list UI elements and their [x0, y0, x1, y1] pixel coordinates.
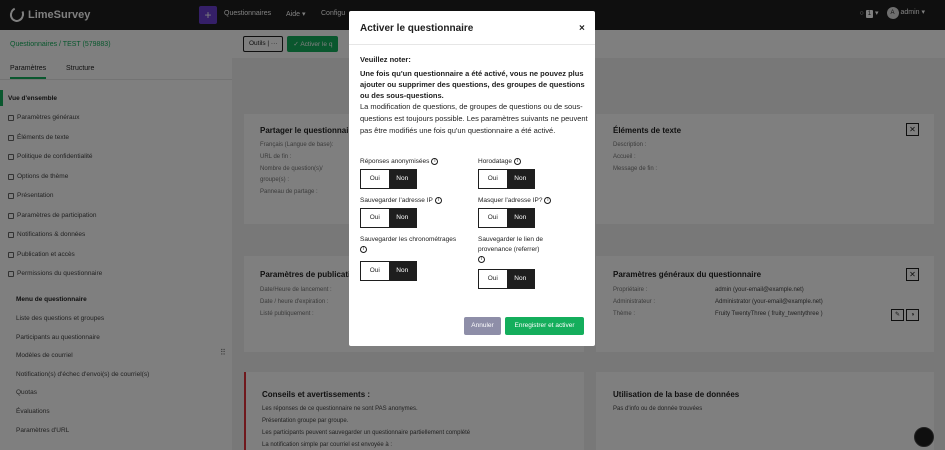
option-yes[interactable]: Oui [361, 170, 389, 188]
option-yes[interactable]: Oui [361, 209, 389, 227]
option-label-timings: Sauvegarder les chronométrages i [360, 235, 470, 255]
option-label-text: Sauvegarder le lien de provenance (refer… [478, 236, 544, 253]
toggle-anonymized: Oui Non [360, 169, 417, 189]
toggle-mask-ip: Oui Non [478, 208, 535, 228]
close-icon[interactable]: × [579, 23, 585, 34]
info-icon[interactable]: i [478, 255, 485, 263]
info-icon[interactable]: i [513, 157, 521, 165]
note-text: La modification de questions, de groupes… [360, 102, 588, 135]
info-icon[interactable]: i [360, 245, 367, 253]
info-icon[interactable]: i [431, 157, 439, 165]
toggle-save-ip: Oui Non [360, 208, 417, 228]
option-label-text: Sauvegarder l'adresse IP [360, 197, 433, 204]
option-label-referrer: Sauvegarder le lien de provenance (refer… [478, 235, 568, 265]
option-label-mask-ip: Masquer l'adresse IP? i [478, 196, 552, 206]
toggle-timestamp: Oui Non [478, 169, 535, 189]
option-label-text: Horodatage [478, 158, 512, 165]
option-yes[interactable]: Oui [479, 270, 507, 288]
modal-title: Activer le questionnaire [360, 23, 474, 34]
save-activate-button[interactable]: Enregistrer et activer [505, 317, 584, 335]
option-yes[interactable]: Oui [479, 170, 507, 188]
activate-survey-modal: Activer le questionnaire × Veuillez note… [349, 11, 595, 346]
option-no[interactable]: Non [388, 262, 416, 280]
toggle-timings: Oui Non [360, 261, 417, 281]
info-icon[interactable]: i [544, 196, 552, 204]
note-warning: Une fois qu'un questionnaire a été activ… [360, 69, 585, 100]
option-label-timestamp: Horodatage i [478, 157, 521, 167]
option-no[interactable]: Non [506, 209, 534, 227]
option-label-anonymized: Réponses anonymisées i [360, 157, 439, 167]
cancel-button[interactable]: Annuler [464, 317, 501, 335]
option-label-text: Sauvegarder les chronométrages [360, 236, 457, 243]
note-heading: Veuillez noter: [360, 55, 411, 64]
option-yes[interactable]: Oui [361, 262, 389, 280]
option-no[interactable]: Non [388, 170, 416, 188]
divider [349, 44, 595, 45]
option-label-text: Réponses anonymisées [360, 158, 430, 165]
toggle-referrer: Oui Non [478, 269, 535, 289]
option-no[interactable]: Non [506, 170, 534, 188]
info-icon[interactable]: i [434, 196, 442, 204]
option-yes[interactable]: Oui [479, 209, 507, 227]
option-label-save-ip: Sauvegarder l'adresse IP i [360, 196, 442, 206]
option-no[interactable]: Non [388, 209, 416, 227]
option-no[interactable]: Non [506, 270, 534, 288]
option-label-text: Masquer l'adresse IP? [478, 197, 543, 204]
